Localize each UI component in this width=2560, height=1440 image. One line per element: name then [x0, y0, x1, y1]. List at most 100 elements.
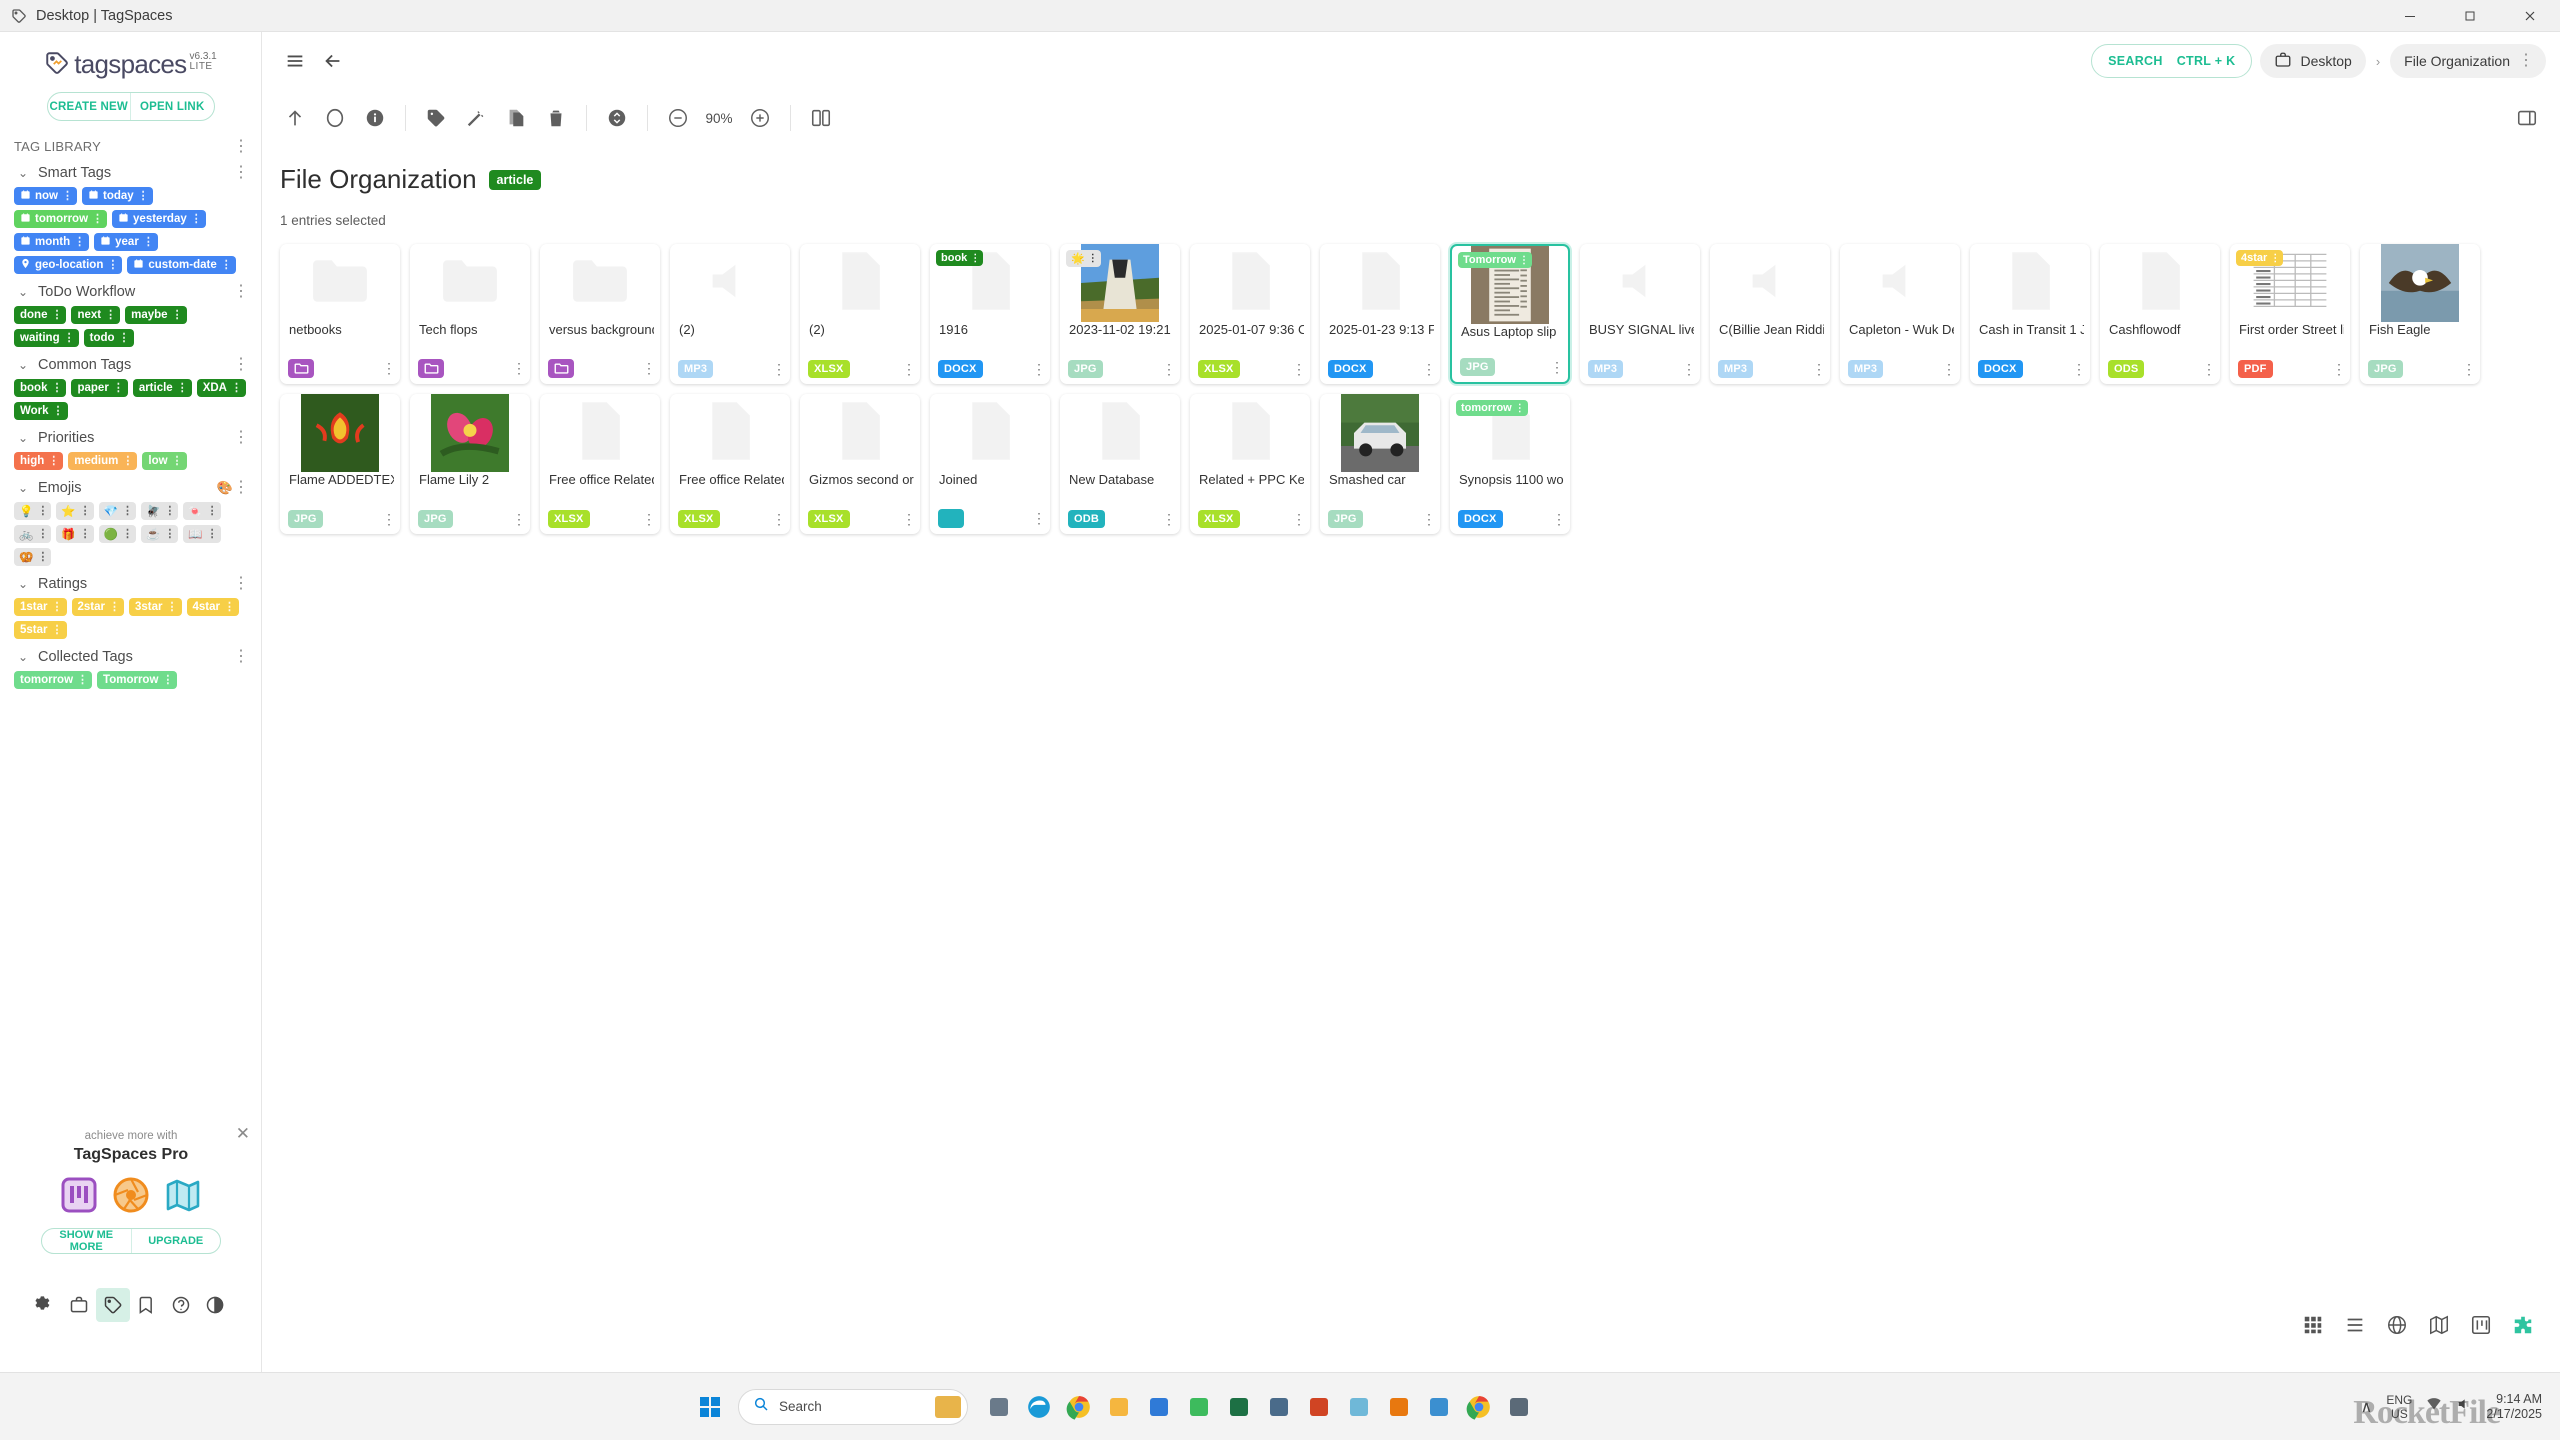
excel-icon[interactable] [1222, 1390, 1256, 1424]
tag-menu-icon[interactable]: ⋮ [119, 333, 130, 344]
tag-menu-icon[interactable]: ⋮ [164, 506, 175, 517]
tray-chevron-icon[interactable]: ∧ [2361, 1397, 2373, 1417]
tag-menu-icon[interactable]: ⋮ [37, 552, 48, 563]
file-menu-icon[interactable]: ⋮ [772, 362, 786, 376]
tag-menu-icon[interactable]: ⋮ [74, 237, 85, 248]
tag-menu-icon[interactable]: ⋮ [113, 383, 124, 394]
file-menu-icon[interactable]: ⋮ [642, 512, 656, 526]
file-card[interactable]: New Database ODB ⋮ [1060, 394, 1180, 534]
tag-group-menu-icon[interactable]: ⋮ [233, 165, 249, 181]
store-icon[interactable] [1142, 1390, 1176, 1424]
tag-group-header[interactable]: ⌄ Common Tags ⋮ [10, 350, 251, 376]
kanban-icon[interactable] [60, 1176, 98, 1214]
file-card[interactable]: netbooks ⋮ [280, 244, 400, 384]
tag-menu-icon[interactable]: ⋮ [80, 506, 91, 517]
file-card[interactable]: versus background ⋮ [540, 244, 660, 384]
file-menu-icon[interactable]: ⋮ [1292, 362, 1306, 376]
delete-icon[interactable] [537, 99, 575, 137]
arrow-left-icon[interactable] [314, 42, 352, 80]
file-extension-badge[interactable]: JPG [288, 510, 323, 528]
tag-group-header[interactable]: ⌄ ToDo Workflow ⋮ [10, 277, 251, 303]
tag-group-menu-icon[interactable]: ⋮ [233, 357, 249, 373]
file-extension-badge[interactable]: ODB [1068, 510, 1106, 528]
tag-chip[interactable]: 🪰 ⋮ [140, 502, 179, 520]
file-extension-badge[interactable]: MP3 [1718, 360, 1754, 378]
pro-close-icon[interactable]: ✕ [236, 1124, 250, 1144]
file-card[interactable]: Tech flops ⋮ [410, 244, 530, 384]
card-tag-menu-icon[interactable]: ⋮ [2270, 253, 2280, 263]
card-tag[interactable]: tomorrow ⋮ [1456, 400, 1528, 416]
tag-menu-icon[interactable]: ⋮ [37, 529, 48, 540]
file-card[interactable]: (2) XLSX ⋮ [800, 244, 920, 384]
file-extension-badge[interactable]: JPG [418, 510, 453, 528]
tag-chip[interactable]: 🍬 ⋮ [183, 502, 221, 520]
card-tag[interactable]: Tomorrow ⋮ [1458, 252, 1532, 268]
tag-chip[interactable]: custom-date ⋮ [127, 256, 236, 274]
card-tag[interactable]: 4star ⋮ [2236, 250, 2284, 266]
tag-menu-icon[interactable]: ⋮ [177, 383, 188, 394]
chevron-down-icon[interactable]: ⌄ [14, 358, 32, 372]
file-menu-icon[interactable]: ⋮ [382, 361, 396, 375]
tag-group-menu-icon[interactable]: ⋮ [233, 480, 249, 496]
file-card[interactable]: Cashflowodf ODS ⋮ [2100, 244, 2220, 384]
settings-icon[interactable] [1502, 1390, 1536, 1424]
chrome2-icon[interactable] [1462, 1390, 1496, 1424]
hamburger-icon[interactable] [276, 42, 314, 80]
tag-chip[interactable]: 📖 ⋮ [183, 525, 221, 543]
list-view-icon[interactable] [2336, 1306, 2374, 1344]
file-menu-icon[interactable]: ⋮ [2462, 362, 2476, 376]
file-card[interactable]: C(Billie Jean Riddim MP3 ⋮ [1710, 244, 1830, 384]
zoom-in-icon[interactable] [741, 99, 779, 137]
file-menu-icon[interactable]: ⋮ [2072, 362, 2086, 376]
tag-chip[interactable]: tomorrow ⋮ [14, 671, 93, 689]
file-menu-icon[interactable]: ⋮ [1942, 362, 1956, 376]
file-card[interactable]: 4star ⋮ First order Street lig PDF ⋮ [2230, 244, 2350, 384]
file-extension-badge[interactable]: XLSX [678, 510, 720, 528]
tray-lang[interactable]: ENG US [2386, 1393, 2412, 1421]
file-card[interactable]: Free office Related XLSX ⋮ [540, 394, 660, 534]
tag-group-header[interactable]: ⌄ Priorities ⋮ [10, 423, 251, 449]
tag-group-menu-icon[interactable]: ⋮ [233, 576, 249, 592]
extensions-icon[interactable] [2504, 1306, 2542, 1344]
tag-menu-icon[interactable]: ⋮ [80, 529, 91, 540]
tag-chip[interactable]: geo-location ⋮ [14, 256, 123, 274]
file-card[interactable]: book ⋮ 1916 DOCX ⋮ [930, 244, 1050, 384]
explorer-icon[interactable] [1102, 1390, 1136, 1424]
file-menu-icon[interactable]: ⋮ [2332, 362, 2346, 376]
tray-volume-icon[interactable] [2456, 1396, 2472, 1417]
minimize-button[interactable] [2380, 0, 2440, 32]
contrast-icon[interactable] [198, 1288, 232, 1322]
tag-chip[interactable]: high ⋮ [14, 452, 64, 470]
analytics-icon[interactable] [1422, 1390, 1456, 1424]
card-tag-menu-icon[interactable]: ⋮ [970, 253, 980, 263]
tag-chip[interactable]: 🥨 ⋮ [14, 548, 52, 566]
create-new-button[interactable]: CREATE NEW [48, 93, 131, 120]
tag-menu-icon[interactable]: ⋮ [51, 310, 62, 321]
tag-chip[interactable]: medium ⋮ [68, 452, 138, 470]
bookmark-icon[interactable] [130, 1288, 164, 1322]
tag-chip[interactable]: 🟢 ⋮ [98, 525, 136, 543]
tray-network-icon[interactable] [2426, 1396, 2442, 1417]
file-card[interactable]: tomorrow ⋮ Synopsis 1100 wor DOCX ⋮ [1450, 394, 1570, 534]
tag-chip[interactable]: 4star ⋮ [186, 598, 239, 616]
tag-chip[interactable]: done ⋮ [14, 306, 67, 324]
tag-menu-icon[interactable]: ⋮ [164, 529, 175, 540]
file-menu-icon[interactable]: ⋮ [1162, 512, 1176, 526]
taskbar-search[interactable]: Search [738, 1388, 968, 1425]
close-button[interactable] [2500, 0, 2560, 32]
tag-chip[interactable]: Work ⋮ [14, 402, 68, 420]
edge-icon[interactable] [1022, 1390, 1056, 1424]
tag-group-header[interactable]: ⌄ Ratings ⋮ [10, 569, 251, 595]
zoom-out-icon[interactable] [659, 99, 697, 137]
tag-menu-icon[interactable]: ⋮ [64, 333, 75, 344]
tag-menu-icon[interactable]: ⋮ [221, 260, 232, 271]
tag-group-header[interactable]: ⌄ Smart Tags ⋮ [10, 158, 251, 184]
file-extension-badge[interactable]: MP3 [1588, 360, 1624, 378]
file-card[interactable]: (2) MP3 ⋮ [670, 244, 790, 384]
tag-group-header[interactable]: ⌄ Emojis 🎨 ⋮ [10, 473, 251, 499]
file-card[interactable]: Cash in Transit 1 Ja DOCX ⋮ [1970, 244, 2090, 384]
file-menu-icon[interactable]: ⋮ [1552, 512, 1566, 526]
file-extension-badge[interactable] [418, 359, 444, 378]
link-icon[interactable] [1342, 1390, 1376, 1424]
file-extension-badge[interactable]: MP3 [1848, 360, 1884, 378]
